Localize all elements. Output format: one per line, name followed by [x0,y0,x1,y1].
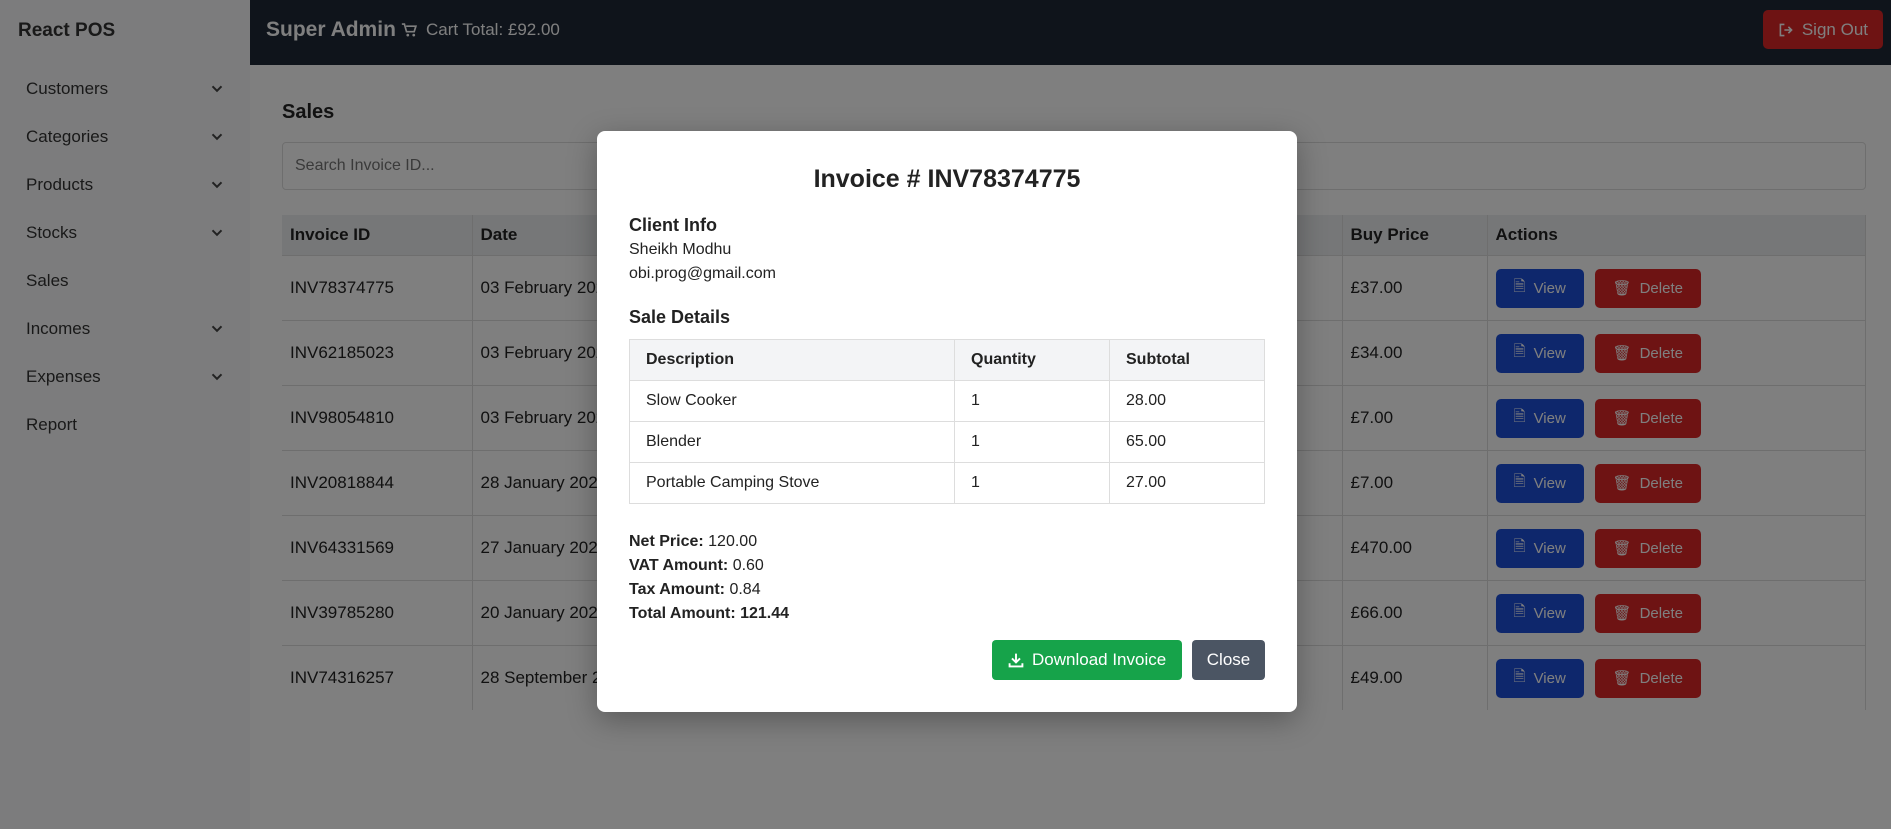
total-label: Total Amount: [629,605,736,622]
tax-line: Tax Amount: 0.84 [629,578,789,602]
download-invoice-label: Download Invoice [1032,650,1167,669]
download-invoice-button[interactable]: Download Invoice [992,640,1183,680]
client-email: obi.prog@gmail.com [629,265,776,282]
invoice-modal: Invoice # INV78374775 Client Info Sheikh… [597,131,1297,712]
vat-line: VAT Amount: 0.60 [629,554,789,578]
cell-description: Portable Camping Stove [629,462,955,504]
modal-title: Invoice # INV78374775 [813,165,1081,193]
column-header-description: Description [629,339,955,381]
vat-label: VAT Amount: [629,557,729,574]
table-row: Blender 1 65.00 [629,421,1265,463]
table-row: Slow Cooker 1 28.00 [629,380,1265,422]
cell-subtotal: 27.00 [1109,462,1265,504]
tax-value: 0.84 [729,581,761,598]
cell-description: Blender [629,421,955,463]
tax-label: Tax Amount: [629,581,725,598]
cell-subtotal: 65.00 [1109,421,1265,463]
cell-quantity: 1 [954,380,1110,422]
column-header-subtotal: Subtotal [1109,339,1265,381]
net-price-line: Net Price: 120.00 [629,530,789,554]
total-value: 121.44 [740,605,790,622]
sale-details-table: Description Quantity Subtotal Slow Cooke… [629,339,1265,504]
close-label: Close [1206,650,1251,669]
table-row: Portable Camping Stove 1 27.00 [629,462,1265,504]
cell-subtotal: 28.00 [1109,380,1265,422]
close-button[interactable]: Close [1192,640,1265,680]
table-header-row: Description Quantity Subtotal [629,339,1265,381]
price-summary: Net Price: 120.00 VAT Amount: 0.60 Tax A… [629,530,789,626]
net-price-label: Net Price: [629,533,704,550]
cell-description: Slow Cooker [629,380,955,422]
vat-value: 0.60 [732,557,764,574]
client-info-title: Client Info [629,215,717,235]
sale-details-title: Sale Details [629,307,731,327]
cell-quantity: 1 [954,462,1110,504]
download-icon [1008,653,1024,668]
column-header-quantity: Quantity [954,339,1110,381]
client-name: Sheikh Modhu [629,241,732,258]
net-price-value: 120.00 [708,533,758,550]
total-line: Total Amount: 121.44 [629,602,789,626]
cell-quantity: 1 [954,421,1110,463]
